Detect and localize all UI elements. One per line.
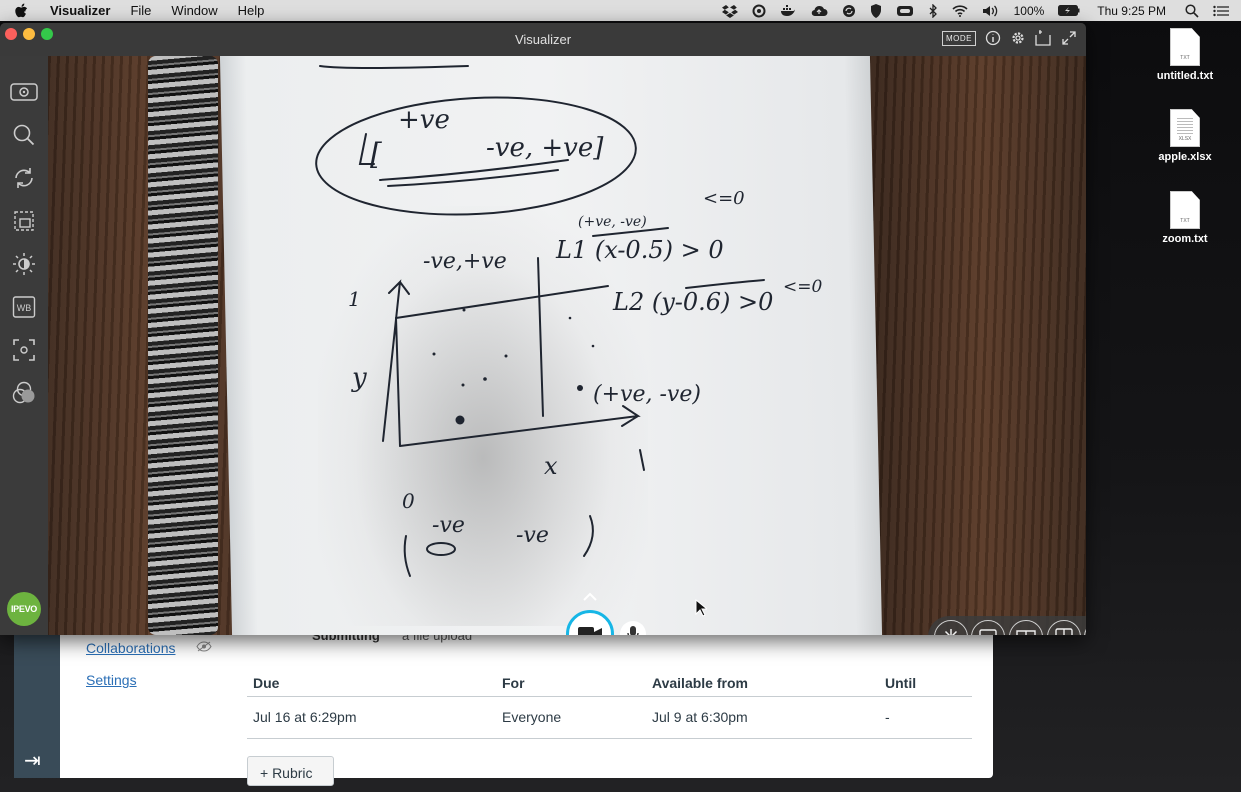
svg-text:-ve: -ve <box>516 523 549 548</box>
desktop-file-label: untitled.txt <box>1156 70 1214 82</box>
svg-text:1: 1 <box>348 287 361 311</box>
spreadsheet-file-icon: XLSX <box>1170 109 1200 147</box>
info-icon[interactable] <box>985 30 1001 46</box>
svg-text:x: x <box>544 452 558 480</box>
menu-file[interactable]: File <box>120 3 161 18</box>
svg-text:(+ve, -ve): (+ve, -ve) <box>593 382 701 407</box>
hidden-eye-icon <box>196 640 212 655</box>
desktop-file-untitled-txt[interactable]: TXT untitled.txt <box>1145 28 1225 82</box>
chevron-up-icon[interactable] <box>579 588 601 606</box>
wifi-icon[interactable] <box>952 4 968 17</box>
ipevo-logo[interactable]: IPEVO <box>7 592 41 626</box>
battery-icon[interactable] <box>1058 5 1080 16</box>
column-header-due: Due <box>247 670 496 697</box>
cell-for: Everyone <box>496 696 646 739</box>
cell-until: - <box>879 696 972 739</box>
text-file-icon: TXT <box>1170 28 1200 66</box>
menu-window[interactable]: Window <box>161 3 227 18</box>
svg-text:+ve: +ve <box>398 105 450 135</box>
search-status-icon[interactable] <box>752 4 766 18</box>
desktop-file-apple-xlsx[interactable]: XLSX apple.xlsx <box>1145 109 1225 163</box>
add-rubric-button[interactable]: + Rubric <box>247 756 334 786</box>
svg-text:L1 (x-0.5) > 0: L1 (x-0.5) > 0 <box>555 236 724 264</box>
rotate-icon[interactable] <box>10 164 38 192</box>
fullscreen-icon[interactable] <box>1062 31 1076 45</box>
visualizer-window: Visualizer MODE WB IPEVO +ve [-ve, +ve]… <box>0 23 1086 635</box>
svg-text:0: 0 <box>402 489 415 513</box>
menu-help[interactable]: Help <box>228 3 275 18</box>
svg-text:-ve, +ve]: -ve, +ve] <box>486 133 604 163</box>
mouse-cursor-icon <box>695 598 709 622</box>
svg-text:-ve: -ve <box>432 513 465 538</box>
menubar-clock[interactable]: Thu 9:25 PM <box>1097 4 1166 18</box>
color-filter-icon[interactable] <box>10 379 38 407</box>
svg-text:[: [ <box>370 137 382 172</box>
cloud-upload-icon[interactable] <box>810 5 828 17</box>
zoom-icon[interactable] <box>10 121 38 149</box>
svg-text:<=0: <=0 <box>703 188 745 209</box>
table-row: Jul 16 at 6:29pm Everyone Jul 9 at 6:30p… <box>247 696 972 739</box>
crop-icon[interactable] <box>10 207 38 235</box>
window-title: Visualizer <box>514 32 572 47</box>
fit-screen-icon[interactable] <box>1084 620 1086 635</box>
desktop-file-label: zoom.txt <box>1162 233 1208 245</box>
brightness-icon[interactable] <box>10 250 38 278</box>
assignment-dates-table: Due For Available from Until Jul 16 at 6… <box>247 670 972 739</box>
freeze-icon[interactable] <box>933 620 968 635</box>
svg-text:L2 (y-0.6) >0: L2 (y-0.6) >0 <box>612 288 773 316</box>
sync-icon[interactable] <box>842 4 856 18</box>
table-header-row: Due For Available from Until <box>247 670 972 697</box>
svg-text:-ve,+ve: -ve,+ve <box>423 249 507 274</box>
mode-button[interactable]: MODE <box>942 30 976 46</box>
picture-in-picture-icon[interactable] <box>971 620 1006 635</box>
whiteboard-icon[interactable]: WB <box>10 293 38 321</box>
menu-app-name[interactable]: Visualizer <box>40 3 120 18</box>
battery-percent: 100% <box>1013 3 1045 18</box>
split-view-icon[interactable] <box>1046 620 1081 635</box>
column-header-available-from: Available from <box>646 670 879 697</box>
apple-icon[interactable] <box>14 3 30 19</box>
text-file-icon: TXT <box>1170 191 1200 229</box>
docker-icon[interactable] <box>780 4 796 17</box>
svg-text:y: y <box>351 363 367 393</box>
menubar: Visualizer File Window Help 100% Thu 9:2… <box>0 0 1241 21</box>
column-header-for: For <box>496 670 646 697</box>
vpn-icon[interactable] <box>870 3 882 18</box>
nav-link-collaborations[interactable]: Collaborations <box>86 640 176 656</box>
window-titlebar[interactable]: Visualizer MODE <box>0 23 1086 56</box>
video-camera-icon <box>578 627 602 635</box>
svg-text:<=0: <=0 <box>783 277 822 297</box>
handwritten-sketch: +ve [ -ve, +ve] -ve,+ve L1 (x-0.5) > 0 (… <box>315 65 822 577</box>
tool-sidebar: WB IPEVO <box>0 56 48 635</box>
dropbox-icon[interactable] <box>721 4 738 18</box>
spotlight-icon[interactable] <box>1185 3 1199 18</box>
focus-icon[interactable] <box>10 336 38 364</box>
svg-text:(+ve, -ve): (+ve, -ve) <box>578 214 647 230</box>
expand-nav-icon[interactable]: ⇥ <box>24 748 41 773</box>
camera-feed: +ve [ -ve, +ve] -ve,+ve L1 (x-0.5) > 0 (… <box>48 56 1086 635</box>
view-tools-bar <box>928 616 1086 635</box>
svg-text:WB: WB <box>17 303 32 313</box>
display-icon[interactable] <box>896 5 914 17</box>
volume-icon[interactable] <box>982 5 1000 17</box>
nav-link-settings[interactable]: Settings <box>86 672 137 688</box>
notification-center-icon[interactable] <box>1213 5 1229 17</box>
book-mode-icon[interactable] <box>1008 620 1043 635</box>
column-header-until: Until <box>879 670 972 697</box>
capture-icon[interactable] <box>1035 30 1053 46</box>
microphone-icon <box>627 626 639 635</box>
desktop-file-zoom-txt[interactable]: TXT zoom.txt <box>1145 191 1225 245</box>
desktop-file-label: apple.xlsx <box>1158 151 1212 163</box>
camera-view-icon[interactable] <box>10 78 38 106</box>
bluetooth-icon[interactable] <box>928 3 938 18</box>
cell-available-from: Jul 9 at 6:30pm <box>646 696 879 739</box>
gear-icon[interactable] <box>1010 30 1026 46</box>
cell-due: Jul 16 at 6:29pm <box>247 696 496 739</box>
